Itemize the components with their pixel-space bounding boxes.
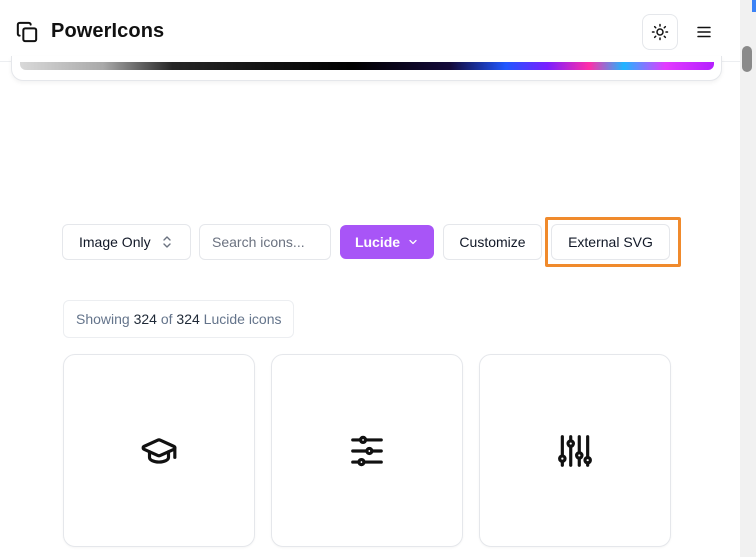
copy-icon[interactable] <box>16 21 38 43</box>
view-mode-value: Image Only <box>79 234 151 250</box>
customize-button-label: Customize <box>459 234 526 250</box>
window-edge <box>752 0 756 12</box>
menu-button[interactable] <box>688 14 720 50</box>
library-button-label: Lucide <box>354 234 401 250</box>
results-shown-count: 324 <box>133 311 157 327</box>
icon-card-sliders-vertical[interactable] <box>479 354 671 547</box>
vertical-scrollbar[interactable] <box>740 0 756 557</box>
external-svg-button-label: External SVG <box>568 234 653 250</box>
search-input[interactable] <box>199 224 331 260</box>
icon-card-sliders-horizontal[interactable] <box>271 354 463 547</box>
results-of: of <box>160 311 173 327</box>
results-total-count: 324 <box>176 311 200 327</box>
results-prefix: Showing <box>76 311 130 327</box>
theme-toggle-button[interactable] <box>642 14 678 50</box>
graduation-cap-icon <box>141 437 177 464</box>
banner-card <box>11 56 722 81</box>
view-mode-select[interactable]: Image Only <box>62 224 191 260</box>
external-svg-button[interactable]: External SVG <box>551 224 670 260</box>
library-dropdown-button[interactable]: Lucide <box>340 225 434 259</box>
chevron-down-icon <box>409 239 417 245</box>
sun-icon <box>651 23 669 41</box>
results-suffix: Lucide icons <box>203 311 282 327</box>
chevrons-up-down-icon <box>163 236 171 248</box>
menu-icon <box>697 26 711 38</box>
banner-image <box>20 62 714 70</box>
icon-card-graduation-cap[interactable] <box>63 354 255 547</box>
sliders-horizontal-icon <box>351 435 383 466</box>
scrollbar-thumb[interactable] <box>742 46 752 72</box>
header-bar: PowerIcons <box>0 0 740 62</box>
app-title[interactable]: PowerIcons <box>51 20 164 43</box>
sliders-vertical-icon <box>558 434 592 467</box>
customize-button[interactable]: Customize <box>443 224 542 260</box>
results-count-badge: Showing 324 of 324 Lucide icons <box>63 300 294 338</box>
